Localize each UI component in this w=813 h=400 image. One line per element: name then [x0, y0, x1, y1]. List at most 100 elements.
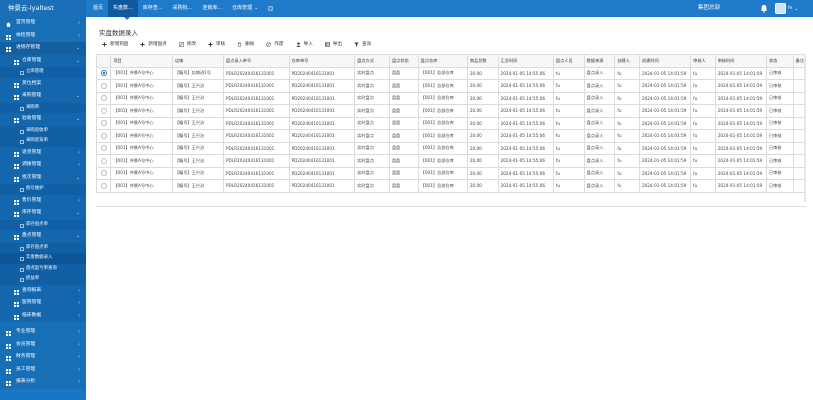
column-header[interactable]: 汇总时间	[497, 54, 554, 68]
sidebar-item-22[interactable]: 损益单	[0, 274, 86, 285]
vertical-scrollbar[interactable]	[804, 54, 806, 202]
table-row[interactable]: 【001】仲景A号中心 【编号】王兴治 PDLR20240416131001 PD20…	[95, 166, 807, 180]
column-header[interactable]: 数据来源	[583, 54, 616, 68]
radio-icon[interactable]	[100, 70, 107, 77]
radio-icon[interactable]	[100, 157, 107, 164]
column-header[interactable]: 店铺	[171, 54, 225, 68]
row-select-radio[interactable]	[95, 79, 112, 93]
table-row[interactable]: 【001】仲景A号中心 【编号】王兴治 PDLR20240416131001 PD20…	[95, 79, 807, 93]
column-header[interactable]: 创建时间	[638, 54, 692, 68]
toolbar-button-0[interactable]: 新增到盘	[96, 39, 134, 49]
sidebar-item-11[interactable]: 退货管理 ‹	[0, 146, 86, 159]
column-header[interactable]: 审核时间	[714, 54, 767, 68]
sidebar-item-29[interactable]: 财务管理 ‹	[0, 351, 86, 364]
sidebar-item-20[interactable]: 实盘数据录入	[0, 253, 86, 264]
sidebar-item-28[interactable]: 会员管理 ‹	[0, 338, 86, 351]
sidebar-item-8[interactable]: 验收管理 ⌄	[0, 113, 86, 126]
sidebar-item-9[interactable]: 采购验收单	[0, 125, 86, 136]
sidebar-item-13[interactable]: 批次管理 ⌄	[0, 171, 86, 184]
sidebar-item-21[interactable]: 盘点盈亏单查询	[0, 263, 86, 274]
toolbar-button-7[interactable]: 导出	[319, 39, 348, 49]
table-row[interactable]: 【001】仲景A号中心 【编号】王兴治 PDLR20240416131001 PD20…	[95, 141, 807, 155]
user-name[interactable]: fe	[788, 6, 792, 11]
radio-icon[interactable]	[100, 145, 107, 152]
toolbar-button-2[interactable]: 修改	[173, 39, 202, 49]
table-row[interactable]: 【001】仲景A号中心 【编号】王兴治 PDLR20240416131001 PD20…	[95, 154, 807, 168]
column-header[interactable]: 审核人	[690, 54, 716, 68]
row-select-radio[interactable]	[95, 66, 112, 80]
column-header[interactable]: 商品总数	[466, 54, 499, 68]
bell-icon[interactable]	[760, 4, 768, 13]
row-select-radio[interactable]	[95, 116, 112, 130]
user-menu[interactable]: fe ⌄	[775, 3, 799, 14]
column-header[interactable]: 盘点方式	[354, 54, 390, 68]
sidebar-item-31[interactable]: 报表分析 ‹	[0, 376, 86, 389]
top-tab-2[interactable]: 库存查...	[138, 0, 168, 17]
toolbar-button-4[interactable]: 删除	[231, 39, 260, 49]
sidebar-item-14[interactable]: 批号维护	[0, 184, 86, 195]
column-header[interactable]: 创建人	[614, 54, 640, 68]
sidebar-item-17[interactable]: 库存盘点单	[0, 219, 86, 230]
avatar[interactable]	[775, 3, 786, 14]
radio-icon[interactable]	[100, 170, 107, 177]
sidebar-item-2[interactable]: 进销存管理 ⌄	[0, 42, 86, 55]
toolbar-button-1[interactable]: 新增盘点	[134, 39, 172, 49]
sidebar-item-30[interactable]: 员工管理 ‹	[0, 363, 86, 376]
radio-icon[interactable]	[100, 107, 107, 114]
column-header[interactable]: 盘点人员	[552, 54, 585, 68]
sidebar-item-7[interactable]: 采购单	[0, 102, 86, 113]
row-select-radio[interactable]	[95, 179, 112, 193]
sidebar-item-10[interactable]: 采购退货单	[0, 136, 86, 147]
radio-icon[interactable]	[100, 95, 107, 102]
row-select-radio[interactable]	[95, 91, 112, 105]
top-tab-5[interactable]: 仓库管理 ⌄	[227, 0, 263, 17]
sidebar-item-0[interactable]: 首页管理 ‹	[0, 17, 86, 30]
table-row[interactable]: 【001】仲景A号中心 【编号】店铺进1号 PDLR20240416131001 PD…	[95, 66, 807, 80]
toolbar-button-8[interactable]: 查询	[348, 39, 377, 49]
column-header[interactable]: 仓库单号	[288, 54, 356, 68]
more-tabs-icon[interactable]	[263, 0, 273, 17]
row-select-radio[interactable]	[95, 166, 112, 180]
sidebar-item-1[interactable]: 体检管理 ‹	[0, 29, 86, 42]
column-header[interactable]: 盘点录入单号	[223, 54, 290, 68]
sidebar-item-12[interactable]: 调拨管理 ‹	[0, 159, 86, 172]
sidebar-item-16[interactable]: 库存管理 ⌄	[0, 207, 86, 220]
sidebar-item-23[interactable]: 查询报表 ‹	[0, 284, 86, 297]
sidebar-item-4[interactable]: 仓库管理	[0, 67, 86, 78]
radio-icon[interactable]	[100, 120, 107, 127]
toolbar-button-3[interactable]: 审核	[202, 39, 231, 49]
row-select-radio[interactable]	[95, 154, 112, 168]
table-row[interactable]: 【001】仲景A号中心 【编号】王兴治 PDLR20240416131001 PD20…	[95, 179, 807, 193]
chevron-down-icon[interactable]: ⌄	[794, 6, 798, 12]
table-row[interactable]: 【001】仲景A号中心 【编号】王兴治 PDLR20240416131001 PD20…	[95, 129, 807, 143]
sidebar-item-24[interactable]: 医院管理 ‹	[0, 297, 86, 310]
app-brand[interactable]: 仲景云-lyaltest	[0, 0, 86, 17]
radio-icon[interactable]	[100, 132, 107, 139]
top-tab-4[interactable]: 连锁库...	[197, 0, 227, 17]
column-header[interactable]: 盘点仓库	[417, 54, 468, 68]
sidebar-item-25[interactable]: 临床数据 ‹	[0, 309, 86, 322]
sidebar-item-27[interactable]: 专业管理 ‹	[0, 326, 86, 339]
sidebar-item-3[interactable]: 仓库管理 ⌄	[0, 54, 86, 67]
top-tab-3[interactable]: 采购批...	[168, 0, 198, 17]
sidebar-item-5[interactable]: 货位档案	[0, 77, 86, 90]
row-select-radio[interactable]	[95, 129, 112, 143]
org-selector[interactable]: 集团总部	[698, 0, 720, 17]
row-select-radio[interactable]	[95, 104, 112, 118]
column-header[interactable]: 项目	[110, 54, 173, 68]
top-tab-0[interactable]: 首页	[88, 0, 108, 17]
sidebar-item-18[interactable]: 盘点管理 ⌄	[0, 230, 86, 243]
table-row[interactable]: 【001】仲景A号中心 【编号】王兴治 PDLR20240416131001 PD20…	[95, 91, 807, 105]
column-header[interactable]: 状态	[765, 54, 794, 68]
radio-icon[interactable]	[100, 82, 107, 89]
toolbar-button-6[interactable]: 导入	[290, 39, 319, 49]
row-select-radio[interactable]	[95, 141, 112, 155]
top-tab-1[interactable]: 实盘数...	[108, 0, 138, 17]
sidebar-item-15[interactable]: 售价管理 ‹	[0, 194, 86, 207]
radio-icon[interactable]	[100, 182, 107, 189]
toolbar-button-5[interactable]: 作废	[260, 39, 289, 49]
column-header[interactable]	[95, 54, 112, 68]
table-row[interactable]: 【001】仲景A号中心 【编号】王兴治 PDLR20240416131001 PD20…	[95, 104, 807, 118]
table-row[interactable]: 【001】仲景A号中心 【编号】王兴治 PDLR20240416131001 PD20…	[95, 116, 807, 130]
sidebar-item-6[interactable]: 采购管理 ⌄	[0, 90, 86, 103]
